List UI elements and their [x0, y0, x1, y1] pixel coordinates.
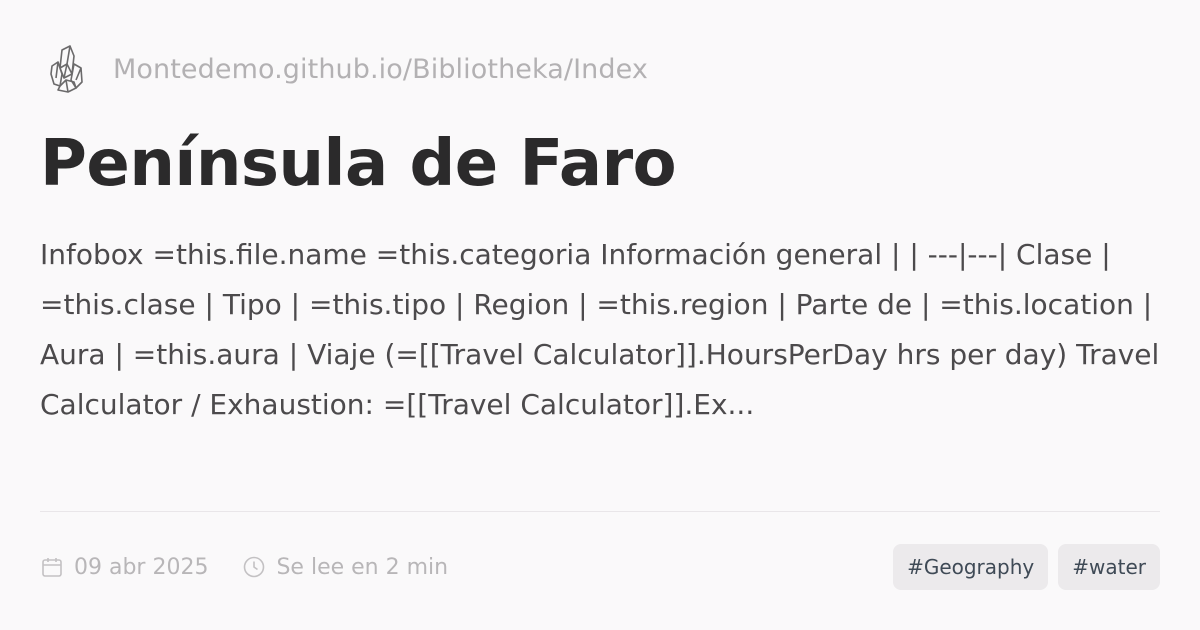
publish-date-text: 09 abr 2025	[74, 554, 209, 580]
publish-date: 09 abr 2025	[40, 555, 208, 580]
reading-time-text: Se lee en 2 min	[276, 554, 449, 580]
divider	[40, 511, 1160, 512]
preview-card: Montedemo.github.io/Bibliotheka/Index Pe…	[40, 36, 1160, 596]
calendar-icon	[42, 558, 62, 577]
tag-geography[interactable]: #Geography	[893, 544, 1049, 590]
site-url[interactable]: Montedemo.github.io/Bibliotheka/Index	[113, 54, 648, 85]
meta-row: 09 abr 2025 Se lee en 2 min #Geography #…	[40, 544, 1160, 590]
reading-time: Se lee en 2 min	[242, 555, 448, 580]
page-excerpt: Infobox =this.file.name =this.categoria …	[40, 238, 1160, 421]
clock-icon	[244, 556, 265, 578]
crystal-cluster-icon	[47, 43, 85, 95]
site-header: Montedemo.github.io/Bibliotheka/Index	[40, 36, 1160, 102]
tag-list: #Geography #water	[883, 544, 1160, 590]
page-title[interactable]: Península de Faro	[40, 124, 1160, 204]
tag-water[interactable]: #water	[1058, 544, 1160, 590]
